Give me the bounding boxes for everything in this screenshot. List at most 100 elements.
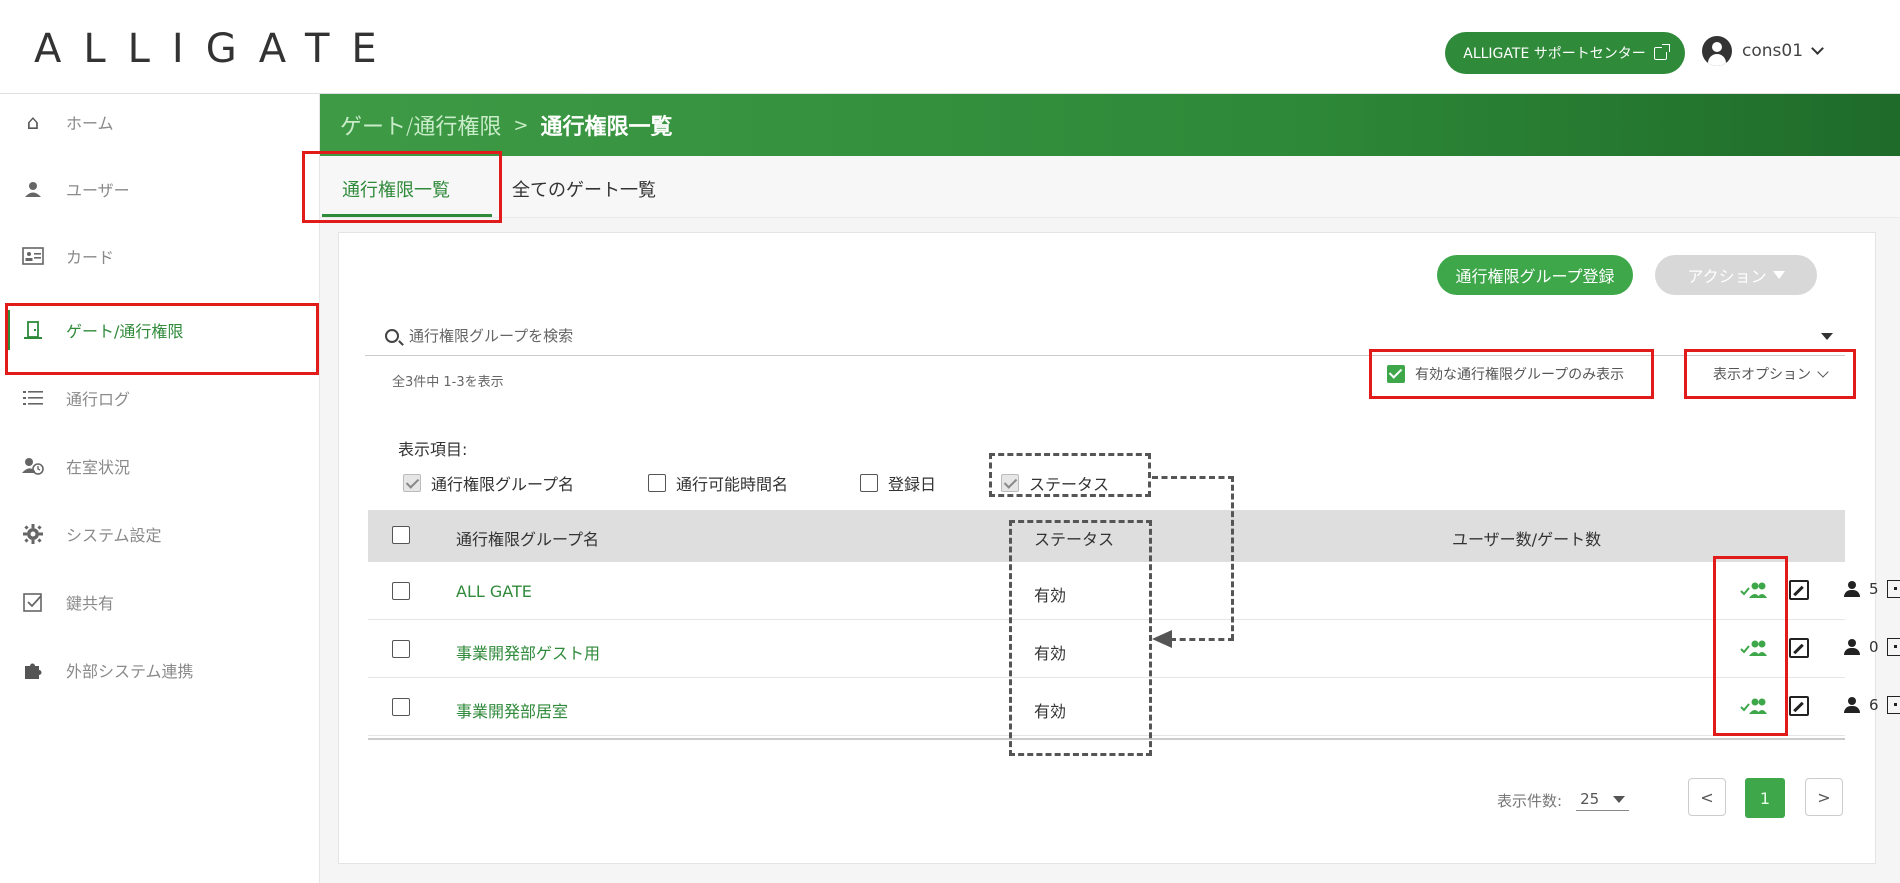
breadcrumb-parent[interactable]: ゲート/通行権限 — [340, 109, 501, 141]
column-header-users-gates[interactable]: ユーザー数/ゲート数 — [1452, 526, 1601, 550]
user-count: 0 — [1869, 638, 1879, 656]
row-checkbox[interactable] — [392, 698, 410, 716]
username: cons01 — [1742, 41, 1804, 61]
user-gate-count: 6 2 — [1843, 696, 1900, 714]
per-page-number: 25 — [1580, 790, 1600, 808]
support-center-label: ALLIGATE サポートセンター — [1463, 46, 1646, 62]
sidebar-item-label: ユーザー — [66, 181, 130, 200]
sidebar-item-presence[interactable]: 在室状況 — [0, 446, 320, 486]
select-all-checkbox[interactable] — [392, 526, 410, 544]
sidebar: ⌂ ホーム ユーザー カード ゲート/通行権限 通行ログ 在室状況 システム設定… — [0, 94, 320, 883]
group-name-link[interactable]: ALL GATE — [456, 582, 532, 601]
app-root: ALLIGATE ALLIGATE サポートセンター cons01 ⌂ ホーム … — [0, 0, 1900, 883]
list-icon — [22, 387, 44, 409]
edit-icon[interactable] — [1789, 580, 1809, 600]
tab-all-gates-list[interactable]: 全てのゲート一覧 — [512, 176, 656, 202]
user-icon — [1843, 639, 1861, 655]
highlight-display-options — [1684, 349, 1856, 399]
caret-down-icon — [1772, 271, 1785, 279]
gate-icon — [1886, 580, 1900, 598]
per-page-selector[interactable]: 表示件数: 25 — [1497, 790, 1630, 811]
group-name-link[interactable]: 事業開発部居室 — [456, 698, 568, 722]
sidebar-item-label: 外部システム連携 — [66, 662, 194, 681]
row-checkbox[interactable] — [392, 640, 410, 658]
sidebar-item-label: カード — [66, 248, 115, 267]
card-icon — [22, 245, 44, 267]
breadcrumb: ゲート/通行権限 > 通行権限一覧 — [320, 94, 1900, 156]
account-icon — [1702, 36, 1732, 66]
display-item-label: 登録日 — [888, 475, 937, 494]
user-icon — [1843, 697, 1861, 713]
display-items-label: 表示項目: — [398, 440, 468, 459]
display-item-time-name[interactable]: 通行可能時間名 — [648, 471, 788, 495]
next-page-button[interactable]: > — [1805, 778, 1843, 816]
search-dropdown-icon[interactable] — [1821, 333, 1833, 340]
user-icon — [1843, 581, 1861, 597]
gear-icon — [22, 523, 44, 545]
home-icon: ⌂ — [26, 110, 40, 134]
user-count: 6 — [1869, 696, 1879, 714]
checkbox[interactable] — [403, 474, 421, 492]
external-link-icon — [1653, 43, 1670, 60]
register-group-button[interactable]: 通行権限グループ登録 — [1437, 255, 1633, 295]
highlight-tab — [302, 151, 502, 223]
user-count: 5 — [1869, 580, 1879, 598]
prev-page-button[interactable]: < — [1688, 778, 1726, 816]
display-item-label: 通行権限グループ名 — [431, 475, 575, 494]
page-title: 通行権限一覧 — [540, 115, 673, 140]
sidebar-item-label: ホーム — [66, 114, 114, 133]
caret-down-icon — [1613, 795, 1626, 803]
checkbox[interactable] — [648, 474, 666, 492]
checkbox-icon — [22, 591, 44, 613]
page-number-button[interactable]: 1 — [1745, 778, 1785, 818]
sidebar-item-label: 鍵共有 — [66, 594, 115, 613]
user-menu[interactable]: cons01 — [1702, 36, 1824, 66]
group-name-link[interactable]: 事業開発部ゲスト用 — [456, 640, 600, 664]
user-gate-count: 0 1 — [1843, 638, 1900, 656]
highlight-manage-members — [1713, 556, 1788, 736]
sidebar-item-system-settings[interactable]: システム設定 — [0, 514, 320, 554]
breadcrumb-separator: > — [513, 114, 529, 136]
column-header-group-name[interactable]: 通行権限グループ名 — [456, 526, 599, 550]
action-button[interactable]: アクション — [1655, 255, 1817, 295]
per-page-label: 表示件数: — [1497, 792, 1563, 810]
top-header: ALLIGATE ALLIGATE サポートセンター cons01 — [0, 0, 1900, 94]
puzzle-icon — [22, 659, 44, 681]
presence-icon — [22, 455, 44, 477]
highlight-valid-only — [1369, 349, 1654, 399]
chevron-down-icon — [1811, 42, 1824, 55]
tab-bar: 通行権限一覧 全てのゲート一覧 — [320, 156, 1900, 218]
support-center-button[interactable]: ALLIGATE サポートセンター — [1445, 32, 1685, 74]
callout-arrow-icon — [1152, 630, 1172, 648]
row-checkbox[interactable] — [392, 582, 410, 600]
callout-connector — [1170, 638, 1234, 641]
highlight-sidebar-gate — [5, 303, 319, 375]
sidebar-item-key-share[interactable]: 鍵共有 — [0, 582, 320, 622]
search-placeholder: 通行権限グループを検索 — [409, 327, 574, 345]
sidebar-item-external-systems[interactable]: 外部システム連携 — [0, 650, 320, 690]
search-icon — [385, 328, 399, 343]
gate-icon — [1886, 638, 1900, 656]
per-page-value[interactable]: 25 — [1576, 790, 1630, 811]
callout-connector — [1152, 476, 1234, 479]
result-count: 全3件中 1-3を表示 — [392, 375, 504, 390]
callout-status-column — [1009, 520, 1152, 756]
sidebar-item-access-log[interactable]: 通行ログ — [0, 378, 320, 418]
sidebar-item-label: システム設定 — [66, 526, 162, 545]
checkbox[interactable] — [860, 474, 878, 492]
sidebar-item-label: 在室状況 — [66, 458, 131, 477]
user-icon — [22, 178, 44, 200]
sidebar-item-home[interactable]: ⌂ ホーム — [0, 102, 320, 142]
display-item-group-name[interactable]: 通行権限グループ名 — [403, 471, 574, 495]
app-logo[interactable]: ALLIGATE — [34, 26, 399, 72]
display-item-registered-date[interactable]: 登録日 — [860, 471, 936, 495]
action-button-label: アクション — [1687, 267, 1767, 286]
sidebar-item-users[interactable]: ユーザー — [0, 169, 320, 209]
callout-connector — [1231, 476, 1234, 640]
sidebar-item-label: 通行ログ — [66, 390, 131, 409]
callout-status-option — [989, 453, 1151, 497]
display-item-label: 通行可能時間名 — [676, 475, 789, 494]
sidebar-item-card[interactable]: カード — [0, 236, 320, 276]
edit-icon[interactable] — [1789, 638, 1809, 658]
edit-icon[interactable] — [1789, 696, 1809, 716]
